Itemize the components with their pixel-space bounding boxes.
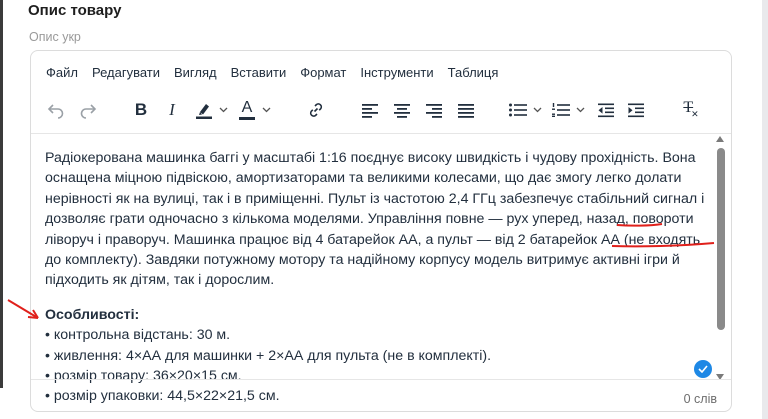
link-icon[interactable]: [303, 97, 329, 123]
menu-tools[interactable]: Інструменти: [360, 65, 433, 80]
rich-text-editor: Файл Редагувати Вигляд Вставити Формат Інстру…: [30, 50, 732, 412]
chevron-down-icon[interactable]: [575, 97, 585, 123]
description-text[interactable]: Радіокерована машинка баггі у масштабі 1…: [45, 148, 705, 407]
left-border: [0, 0, 3, 388]
redo-icon[interactable]: [75, 97, 101, 123]
right-edge-panel: [762, 0, 768, 419]
text-color-letter: A: [241, 99, 253, 117]
field-label: Опис укр: [29, 30, 81, 44]
editor-statusbar: 0 слів: [31, 379, 731, 411]
highlight-color-icon[interactable]: [191, 97, 217, 123]
menu-format[interactable]: Формат: [300, 65, 346, 80]
align-justify-icon[interactable]: [453, 97, 479, 123]
text-color-icon[interactable]: A: [234, 97, 260, 123]
text-color-bar: [239, 117, 255, 120]
chevron-down-icon[interactable]: [532, 97, 542, 123]
clear-formatting-x: ✕: [691, 108, 699, 119]
chevron-down-icon[interactable]: [261, 97, 271, 123]
menu-table[interactable]: Таблиця: [448, 65, 499, 80]
paragraph-dash2: —: [472, 231, 495, 248]
paragraph-dash1: —: [484, 211, 507, 228]
undo-icon[interactable]: [43, 97, 69, 123]
editor-content[interactable]: Радіокерована машинка баггі у масштабі 1…: [31, 133, 731, 404]
menu-file[interactable]: Файл: [46, 65, 78, 80]
numbered-list-icon[interactable]: [548, 97, 574, 123]
menu-edit[interactable]: Редагувати: [92, 65, 160, 80]
description-paragraph: Радіокерована машинка баггі у масштабі 1…: [45, 148, 705, 291]
scrollbar-thumb[interactable]: [717, 148, 725, 330]
bullet-list-icon[interactable]: [505, 97, 531, 123]
scroll-up-arrow-icon[interactable]: [716, 136, 724, 142]
editor-menubar: Файл Редагувати Вигляд Вставити Формат Інстру…: [46, 65, 512, 81]
section-title: Опис товару: [28, 2, 122, 19]
clear-formatting-icon[interactable]: T ✕: [679, 97, 705, 123]
feature-item: • живлення: 4×АА для машинки + 2×АА для …: [45, 347, 492, 364]
checkmark-icon[interactable]: [694, 360, 712, 378]
bold-icon[interactable]: B: [128, 97, 154, 123]
outdent-icon[interactable]: [593, 97, 619, 123]
align-left-icon[interactable]: [357, 97, 383, 123]
menu-view[interactable]: Вигляд: [174, 65, 217, 80]
italic-icon[interactable]: I: [159, 97, 185, 123]
word-count: 0 слів: [683, 392, 717, 406]
feature-item: • контрольна відстань: 30 м.: [45, 327, 231, 344]
align-center-icon[interactable]: [389, 97, 415, 123]
editor-toolbar: B I A T ✕: [31, 97, 731, 127]
align-right-icon[interactable]: [421, 97, 447, 123]
features-heading: Особливості:: [45, 306, 140, 323]
menu-insert[interactable]: Вставити: [231, 65, 287, 80]
indent-icon[interactable]: [623, 97, 649, 123]
chevron-down-icon[interactable]: [218, 97, 228, 123]
